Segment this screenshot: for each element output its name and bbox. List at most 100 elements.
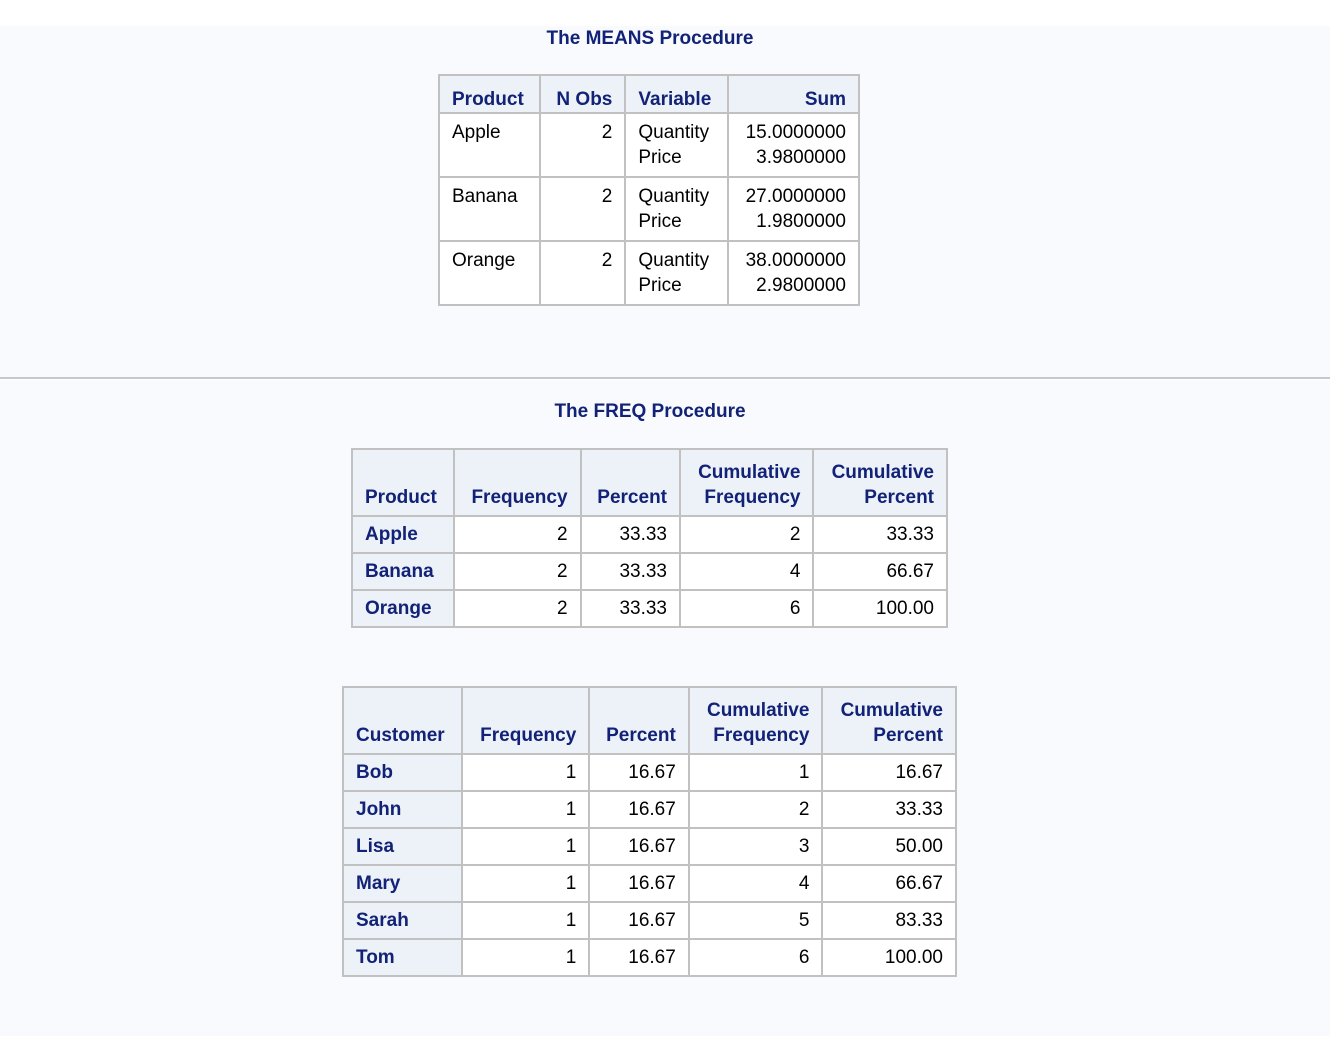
column-header-percent: Percent bbox=[579, 448, 682, 517]
variable-name: Quantity bbox=[638, 250, 710, 271]
column-header-frequency: Frequency bbox=[452, 448, 582, 517]
frequency-cell: 1 bbox=[461, 753, 591, 792]
column-header-frequency: Frequency bbox=[461, 686, 591, 755]
row-header: John bbox=[341, 790, 464, 829]
frequency-cell: 1 bbox=[461, 901, 591, 940]
column-header-sum: Sum bbox=[726, 74, 861, 114]
nobs-cell: 2 bbox=[539, 176, 627, 242]
row-header: Tom bbox=[341, 938, 464, 977]
cumulative-frequency-cell: 1 bbox=[687, 753, 824, 792]
cumulative-percent-cell: 16.67 bbox=[821, 753, 957, 792]
table-row: John 1 16.67 2 33.33 bbox=[341, 790, 957, 829]
header-line: Percent bbox=[873, 725, 943, 746]
freq-procedure-title: The FREQ Procedure bbox=[554, 401, 746, 422]
table-row: Apple 2 Quantity Price 15.0000000 3.9800… bbox=[437, 112, 861, 178]
row-header: Lisa bbox=[341, 827, 464, 866]
cumulative-frequency-cell: 4 bbox=[687, 864, 824, 903]
cumulative-percent-cell: 33.33 bbox=[812, 515, 948, 554]
variable-name: Quantity bbox=[638, 186, 710, 207]
sum-cell: 15.0000000 3.9800000 bbox=[726, 112, 861, 178]
table-row: Lisa 1 16.67 3 50.00 bbox=[341, 827, 957, 866]
percent-cell: 16.67 bbox=[588, 753, 690, 792]
column-header-cumulative-frequency: Cumulative Frequency bbox=[687, 686, 824, 755]
variable-name: Price bbox=[638, 211, 682, 232]
header-line: Cumulative bbox=[831, 462, 934, 483]
row-header: Banana bbox=[351, 552, 455, 591]
percent-cell: 16.67 bbox=[588, 790, 690, 829]
frequency-cell: 1 bbox=[461, 827, 591, 866]
column-header-customer: Customer bbox=[341, 686, 464, 755]
frequency-cell: 1 bbox=[461, 938, 591, 977]
cumulative-frequency-cell: 2 bbox=[687, 790, 824, 829]
column-header-product: Product bbox=[437, 74, 542, 114]
cumulative-percent-cell: 100.00 bbox=[821, 938, 957, 977]
column-header-product: Product bbox=[351, 448, 455, 517]
table-header-row: Customer Frequency Percent Cumulative Fre… bbox=[341, 686, 957, 755]
frequency-cell: 2 bbox=[452, 589, 582, 628]
sum-value: 15.0000000 bbox=[745, 122, 846, 143]
frequency-cell: 1 bbox=[461, 864, 591, 903]
column-header-variable: Variable bbox=[624, 74, 729, 114]
sum-value: 3.9800000 bbox=[756, 147, 846, 168]
sum-value: 1.9800000 bbox=[756, 211, 846, 232]
row-header: Sarah bbox=[341, 901, 464, 940]
table-row: Banana 2 33.33 4 66.67 bbox=[351, 552, 948, 591]
header-line: Frequency bbox=[704, 487, 801, 508]
product-cell: Apple bbox=[437, 112, 542, 178]
nobs-cell: 2 bbox=[539, 240, 627, 306]
column-header-nobs: N Obs bbox=[539, 74, 627, 114]
column-header-cumulative-percent: Cumulative Percent bbox=[812, 448, 948, 517]
percent-cell: 33.33 bbox=[579, 552, 682, 591]
row-header: Orange bbox=[351, 589, 455, 628]
table-row: Mary 1 16.67 4 66.67 bbox=[341, 864, 957, 903]
table-row: Orange 2 33.33 6 100.00 bbox=[351, 589, 948, 628]
cumulative-frequency-cell: 2 bbox=[678, 515, 815, 554]
product-cell: Banana bbox=[437, 176, 542, 242]
cumulative-percent-cell: 100.00 bbox=[812, 589, 948, 628]
variable-name: Price bbox=[638, 147, 682, 168]
product-frequency-table: Product Frequency Percent Cumulative Freq… bbox=[351, 448, 948, 628]
cumulative-frequency-cell: 6 bbox=[687, 938, 824, 977]
percent-cell: 16.67 bbox=[588, 827, 690, 866]
table-row: Orange 2 Quantity Price 38.0000000 2.980… bbox=[437, 240, 861, 306]
sum-cell: 27.0000000 1.9800000 bbox=[726, 176, 861, 242]
header-line: Cumulative bbox=[698, 462, 801, 483]
output-divider bbox=[0, 377, 1330, 379]
sum-value: 2.9800000 bbox=[756, 275, 846, 296]
header-line: Frequency bbox=[713, 725, 810, 746]
table-row: Banana 2 Quantity Price 27.0000000 1.980… bbox=[437, 176, 861, 242]
column-header-percent: Percent bbox=[588, 686, 690, 755]
header-line: Percent bbox=[864, 487, 934, 508]
table-row: Sarah 1 16.67 5 83.33 bbox=[341, 901, 957, 940]
cumulative-percent-cell: 33.33 bbox=[821, 790, 957, 829]
frequency-cell: 2 bbox=[452, 515, 582, 554]
cumulative-percent-cell: 50.00 bbox=[821, 827, 957, 866]
percent-cell: 33.33 bbox=[579, 515, 682, 554]
header-line: Cumulative bbox=[840, 700, 943, 721]
cumulative-frequency-cell: 4 bbox=[678, 552, 815, 591]
product-cell: Orange bbox=[437, 240, 542, 306]
customer-frequency-table: Customer Frequency Percent Cumulative Fre… bbox=[341, 686, 957, 977]
variable-cell: Quantity Price bbox=[624, 176, 729, 242]
percent-cell: 33.33 bbox=[579, 589, 682, 628]
sum-value: 38.0000000 bbox=[745, 250, 846, 271]
sum-value: 27.0000000 bbox=[745, 186, 846, 207]
column-header-cumulative-percent: Cumulative Percent bbox=[821, 686, 957, 755]
frequency-cell: 1 bbox=[461, 790, 591, 829]
row-header: Bob bbox=[341, 753, 464, 792]
table-header-row: Product N Obs Variable Sum bbox=[437, 74, 861, 114]
nobs-cell: 2 bbox=[539, 112, 627, 178]
table-row: Apple 2 33.33 2 33.33 bbox=[351, 515, 948, 554]
cumulative-frequency-cell: 6 bbox=[678, 589, 815, 628]
cumulative-percent-cell: 66.67 bbox=[821, 864, 957, 903]
cumulative-frequency-cell: 3 bbox=[687, 827, 824, 866]
frequency-cell: 2 bbox=[452, 552, 582, 591]
header-line: Cumulative bbox=[706, 700, 810, 721]
percent-cell: 16.67 bbox=[588, 901, 690, 940]
means-summary-table: Product N Obs Variable Sum Apple 2 Quant… bbox=[437, 74, 861, 306]
cumulative-percent-cell: 66.67 bbox=[812, 552, 948, 591]
means-procedure-title: The MEANS Procedure bbox=[546, 28, 754, 49]
table-row: Bob 1 16.67 1 16.67 bbox=[341, 753, 957, 792]
row-header: Apple bbox=[351, 515, 455, 554]
table-header-row: Product Frequency Percent Cumulative Freq… bbox=[351, 448, 948, 517]
